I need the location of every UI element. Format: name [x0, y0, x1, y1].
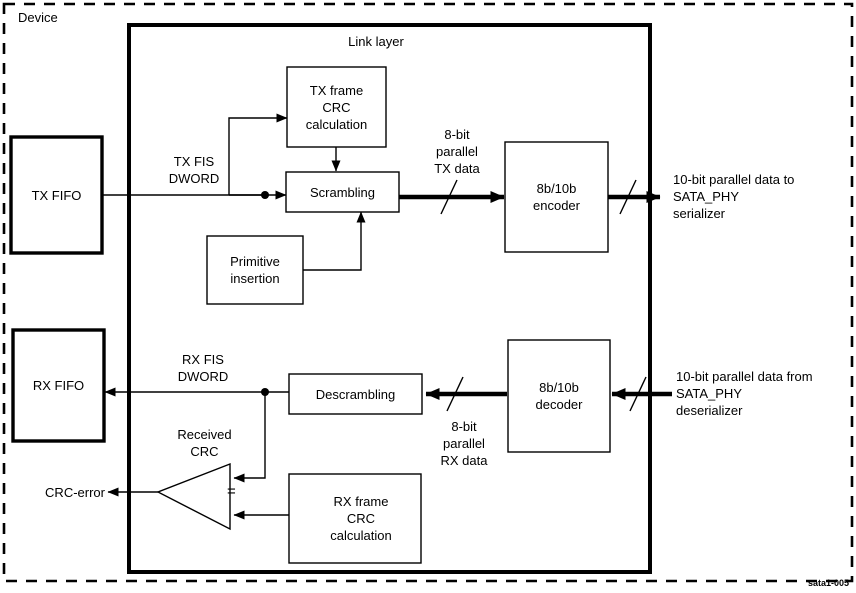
- diagram-canvas: Device Link layer TX FIFO TX frame CRC c…: [0, 0, 856, 593]
- primitive-insertion-box: [206, 235, 304, 305]
- rx-fifo-box: [11, 328, 106, 443]
- primitive-to-scrambling-line: [303, 211, 366, 271]
- comparator-triangle: [156, 462, 231, 531]
- rx-frame-crc-box: [288, 473, 422, 564]
- comparator-equals-label: =: [227, 483, 236, 500]
- figure-caption: sata1-005: [808, 578, 850, 588]
- tx-to-crc-line: [228, 113, 288, 195]
- device-boundary: [2, 2, 854, 583]
- rx-to-comparator-line: [233, 392, 266, 483]
- tx-fifo-box: [9, 135, 104, 255]
- device-label: Device: [18, 10, 58, 25]
- tx-frame-crc-box: [286, 66, 387, 148]
- link-layer-label: Link layer: [348, 34, 404, 49]
- decoder-box: [507, 339, 611, 453]
- diagram-vector-layer: [2, 2, 854, 583]
- encoder-box: [504, 141, 609, 253]
- scrambling-box: [285, 171, 400, 213]
- descrambling-box: [288, 373, 423, 415]
